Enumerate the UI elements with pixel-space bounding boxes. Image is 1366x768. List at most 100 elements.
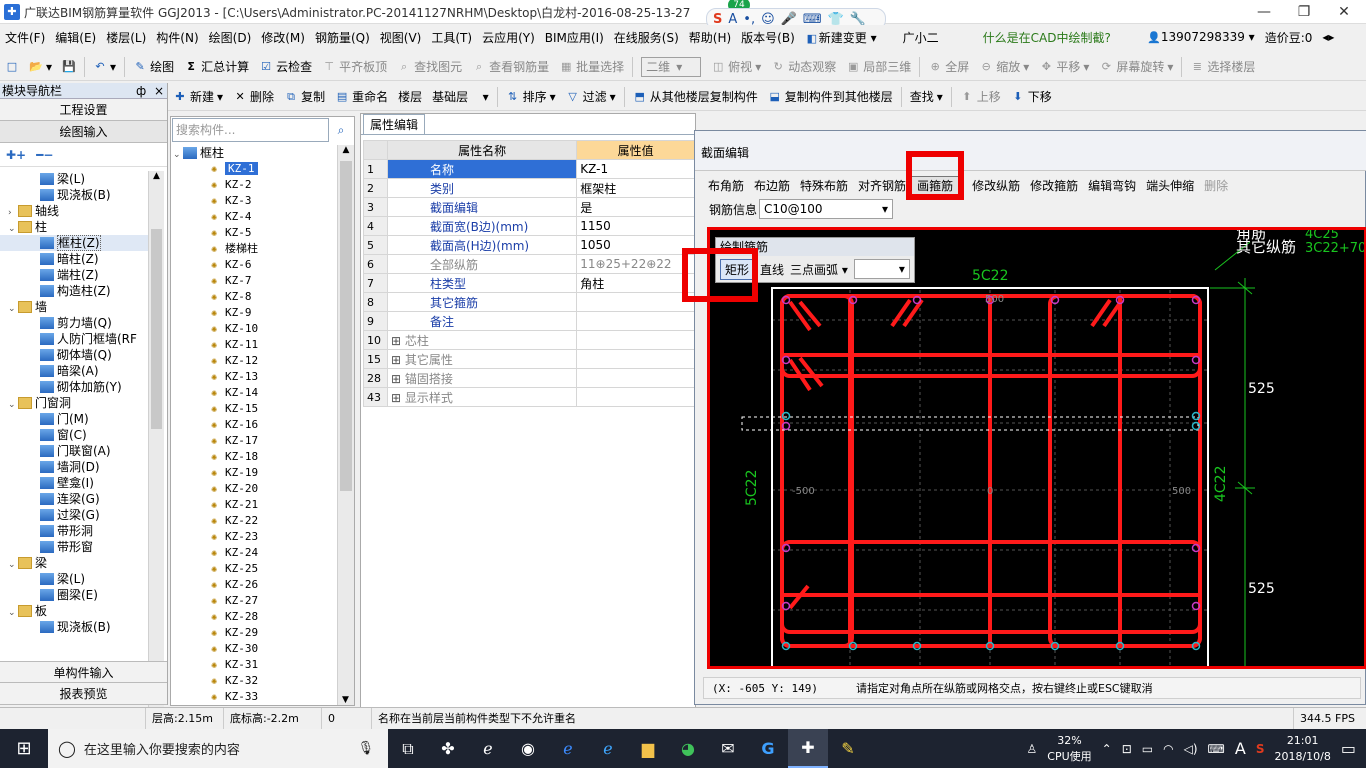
- menu-bim[interactable]: BIM应用(I): [540, 29, 609, 46]
- component-item[interactable]: ✺ KZ-28: [173, 609, 335, 625]
- nav-item[interactable]: 梁(L): [0, 571, 148, 587]
- property-row[interactable]: 28 ⊞ 锚固搭接: [363, 368, 695, 388]
- project-settings-button[interactable]: 工程设置: [0, 99, 167, 121]
- arc-button[interactable]: 三点画弧 ▾: [790, 261, 848, 278]
- property-value-cell[interactable]: [576, 292, 695, 312]
- nav-item[interactable]: 框柱(Z): [0, 235, 148, 251]
- nav-item[interactable]: 构造柱(Z): [0, 283, 148, 299]
- screen-rotate-button[interactable]: ⟳ 屏幕旋转 ▾: [1094, 55, 1178, 79]
- expand-icon[interactable]: ⊞: [391, 353, 405, 367]
- nav-item[interactable]: 壁龛(I): [0, 475, 148, 491]
- glodon-g-icon[interactable]: G: [748, 729, 788, 768]
- property-row[interactable]: 10 ⊞ 芯柱: [363, 330, 695, 350]
- nav-group[interactable]: ⌄ 梁: [0, 555, 148, 571]
- tray-battery-icon[interactable]: ▭: [1142, 742, 1153, 756]
- align-top-button[interactable]: ⊤ 平齐板顶: [317, 55, 392, 79]
- nav-group[interactable]: › 轴线: [0, 203, 148, 219]
- component-item[interactable]: ✺ KZ-1: [173, 161, 335, 177]
- edit-hook-button[interactable]: 编辑弯钩: [1083, 177, 1141, 194]
- help-question-link[interactable]: 什么是在CAD中绘制截?: [978, 29, 1116, 46]
- menu-file[interactable]: 文件(F): [0, 29, 50, 46]
- component-item[interactable]: ✺ KZ-11: [173, 337, 335, 353]
- component-item[interactable]: ✺ KZ-19: [173, 465, 335, 481]
- property-value-cell[interactable]: 1150: [576, 216, 695, 236]
- component-item[interactable]: ✺ KZ-32: [173, 673, 335, 689]
- property-value-cell[interactable]: 框架柱: [576, 178, 695, 198]
- property-row[interactable]: 3 截面编辑 是: [363, 197, 695, 217]
- nav-item[interactable]: 现浇板(B): [0, 619, 148, 635]
- component-item[interactable]: ✺ KZ-23: [173, 529, 335, 545]
- copy-from-floor-button[interactable]: ⬒ 从其他楼层复制构件: [628, 85, 763, 109]
- nav-item[interactable]: 人防门框墙(RF: [0, 331, 148, 347]
- save-button[interactable]: 💾: [57, 55, 81, 79]
- nav-item[interactable]: 门联窗(A): [0, 443, 148, 459]
- nav-item[interactable]: 带形窗: [0, 539, 148, 555]
- maximize-button[interactable]: ❐: [1284, 2, 1324, 22]
- line-button[interactable]: 直线: [760, 261, 784, 278]
- nav-group[interactable]: ⌄ 门窗洞: [0, 395, 148, 411]
- mic-icon[interactable]: 🎙: [357, 741, 374, 756]
- nav-item[interactable]: 暗柱(Z): [0, 251, 148, 267]
- component-item[interactable]: ✺ KZ-6: [173, 257, 335, 273]
- component-item[interactable]: ✺ KZ-9: [173, 305, 335, 321]
- internet-explorer-icon[interactable]: ℯ: [588, 729, 628, 768]
- batch-select-button[interactable]: ▦ 批量选择: [554, 55, 629, 79]
- scroll-up-icon[interactable]: ▲: [149, 171, 164, 181]
- component-item[interactable]: ✺ KZ-29: [173, 625, 335, 641]
- menu-overflow-icon[interactable]: ◂▸: [1317, 30, 1339, 44]
- sum-calc-button[interactable]: Σ 汇总计算: [179, 55, 254, 79]
- tray-network-icon[interactable]: ⊡: [1122, 742, 1132, 756]
- pin-icon[interactable]: ф: [136, 83, 146, 99]
- component-item[interactable]: ✺ 楼梯柱: [173, 241, 335, 257]
- property-row[interactable]: 7 柱类型 角柱: [363, 273, 695, 293]
- menu-edit[interactable]: 编辑(E): [50, 29, 101, 46]
- nav-item[interactable]: 门(M): [0, 411, 148, 427]
- nav-group[interactable]: ⌄ 板: [0, 603, 148, 619]
- property-row[interactable]: 4 截面宽(B边)(mm) 1150: [363, 216, 695, 236]
- rename-button[interactable]: ▤ 重命名: [330, 85, 393, 109]
- component-item[interactable]: ✺ KZ-7: [173, 273, 335, 289]
- menu-modify[interactable]: 修改(M): [256, 29, 310, 46]
- property-row[interactable]: 2 类别 框架柱: [363, 178, 695, 198]
- component-item[interactable]: ✺ KZ-4: [173, 209, 335, 225]
- component-scrollbar[interactable]: ▲ ▼: [337, 145, 354, 705]
- draw-input-button[interactable]: 绘图输入: [0, 121, 167, 143]
- component-item[interactable]: ✺ KZ-22: [173, 513, 335, 529]
- nav-item[interactable]: 砌体加筋(Y): [0, 379, 148, 395]
- tab-property-edit[interactable]: 属性编辑: [363, 114, 425, 135]
- nav-item[interactable]: 圈梁(E): [0, 587, 148, 603]
- component-item[interactable]: ✺ KZ-12: [173, 353, 335, 369]
- component-item[interactable]: ✺ KZ-10: [173, 321, 335, 337]
- move-down-button[interactable]: ⬇ 下移: [1006, 85, 1057, 109]
- property-value-cell[interactable]: [576, 349, 695, 369]
- delete-component-button[interactable]: ✕ 删除: [228, 85, 279, 109]
- section-canvas[interactable]: 5C22 5C22 4C22 525 525 其它纵筋 3C22+70 角筋 4…: [707, 227, 1366, 669]
- cloud-check-button[interactable]: ☑ 云检查: [254, 55, 317, 79]
- component-item[interactable]: ✺ KZ-15: [173, 401, 335, 417]
- property-value-cell[interactable]: 是: [576, 197, 695, 217]
- keyboard-icon[interactable]: ⌨: [1208, 742, 1225, 756]
- tray-expand-icon[interactable]: ⌃: [1102, 742, 1112, 756]
- new-component-button[interactable]: ✚ 新建 ▾: [168, 85, 228, 109]
- menu-help[interactable]: 帮助(H): [684, 29, 736, 46]
- property-row[interactable]: 5 截面高(H边)(mm) 1050: [363, 235, 695, 255]
- modify-stirrup-button[interactable]: 修改箍筋: [1025, 177, 1083, 194]
- single-component-button[interactable]: 单构件输入: [0, 661, 167, 683]
- component-item[interactable]: ✺ KZ-24: [173, 545, 335, 561]
- expand-icon[interactable]: ⊞: [391, 391, 405, 405]
- nav-item[interactable]: 端柱(Z): [0, 267, 148, 283]
- rebar-info-select[interactable]: C10@100 ▾: [759, 199, 894, 219]
- property-row[interactable]: 43 ⊞ 显示样式: [363, 387, 695, 407]
- menu-floor[interactable]: 楼层(L): [101, 29, 151, 46]
- taskbar-search-box[interactable]: ◯ 在这里输入你要搜索的内容 🎙: [48, 729, 388, 768]
- tray-clock[interactable]: 21:01 2018/10/8: [1274, 733, 1330, 765]
- component-item[interactable]: ✺ KZ-31: [173, 657, 335, 673]
- modify-long-bar-button[interactable]: 修改纵筋: [967, 177, 1025, 194]
- menu-component[interactable]: 构件(N): [151, 29, 203, 46]
- section-delete-button[interactable]: 删除: [1199, 177, 1233, 194]
- notification-icon[interactable]: ▭: [1341, 739, 1356, 758]
- expand-icon[interactable]: ⊞: [391, 334, 405, 348]
- property-value-cell[interactable]: [576, 368, 695, 388]
- nav-item[interactable]: 墙洞(D): [0, 459, 148, 475]
- find-element-button[interactable]: ⌕ 查找图元: [392, 55, 467, 79]
